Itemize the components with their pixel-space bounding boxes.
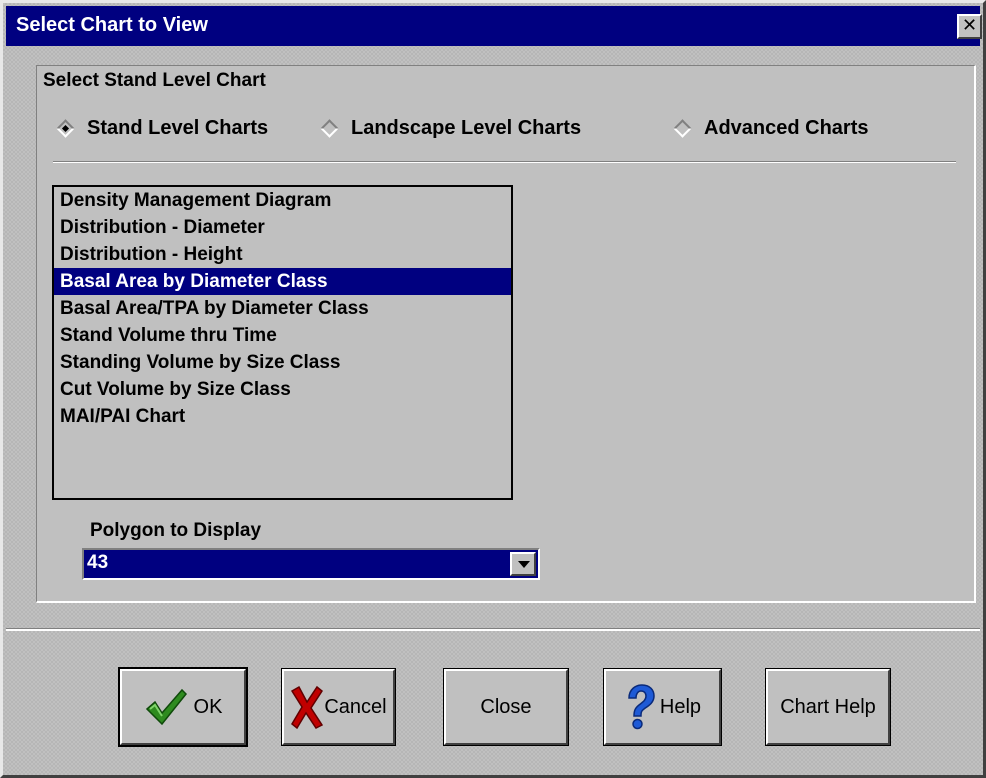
checkmark-icon [145, 688, 187, 726]
chevron-down-icon[interactable] [510, 552, 536, 576]
window-title: Select Chart to View [16, 14, 208, 36]
cancel-button[interactable]: Cancel [281, 668, 396, 746]
radio-landscape-level-charts[interactable]: Landscape Level Charts [319, 115, 581, 141]
list-item[interactable]: Distribution - Height [54, 241, 511, 268]
radio-stand-level-charts[interactable]: Stand Level Charts [55, 115, 268, 141]
close-label: Close [480, 695, 532, 718]
group-separator [53, 161, 956, 163]
radio-checked-icon [56, 118, 75, 138]
polygon-select-value: 43 [87, 552, 109, 573]
red-x-icon [291, 685, 324, 729]
polygon-label: Polygon to Display [90, 520, 262, 541]
group-label: Select Stand Level Chart [43, 70, 266, 91]
list-item[interactable]: Cut Volume by Size Class [54, 376, 511, 403]
radio-unchecked-icon [673, 118, 692, 138]
list-item-selected[interactable]: Basal Area by Diameter Class [54, 268, 511, 295]
radio-unchecked-icon [320, 118, 339, 138]
cancel-label: Cancel [324, 695, 387, 718]
question-mark-icon [628, 684, 655, 730]
list-item[interactable]: Distribution - Diameter [54, 214, 511, 241]
chart-help-button[interactable]: Chart Help [765, 668, 891, 746]
list-item[interactable]: Density Management Diagram [54, 187, 511, 214]
dialog-window: Select Chart to View ✕ Select Stand Leve… [0, 0, 986, 778]
list-item[interactable]: Basal Area/TPA by Diameter Class [54, 295, 511, 322]
list-item[interactable]: Stand Volume thru Time [54, 322, 511, 349]
close-window-button[interactable]: ✕ [957, 14, 982, 39]
radio-label: Advanced Charts [704, 116, 869, 139]
radio-label: Landscape Level Charts [351, 116, 582, 139]
list-item[interactable]: Standing Volume by Size Class [54, 349, 511, 376]
list-item[interactable]: MAI/PAI Chart [54, 403, 511, 430]
footer-separator [6, 628, 980, 631]
help-label: Help [659, 695, 702, 718]
chart-help-label: Chart Help [780, 695, 876, 718]
help-button[interactable]: Help [603, 668, 722, 746]
chart-listbox[interactable]: Density Management Diagram Distribution … [52, 185, 513, 500]
title-bar: Select Chart to View ✕ [6, 6, 982, 46]
ok-label: OK [193, 695, 223, 718]
polygon-select[interactable]: 43 [82, 548, 540, 580]
close-button[interactable]: Close [443, 668, 569, 746]
radio-advanced-charts[interactable]: Advanced Charts [672, 115, 869, 141]
ok-button[interactable]: OK [118, 667, 248, 747]
chart-selection-group: Select Stand Level Chart Stand Level Cha… [36, 65, 976, 603]
close-icon: ✕ [961, 15, 978, 36]
radio-label: Stand Level Charts [87, 116, 269, 139]
